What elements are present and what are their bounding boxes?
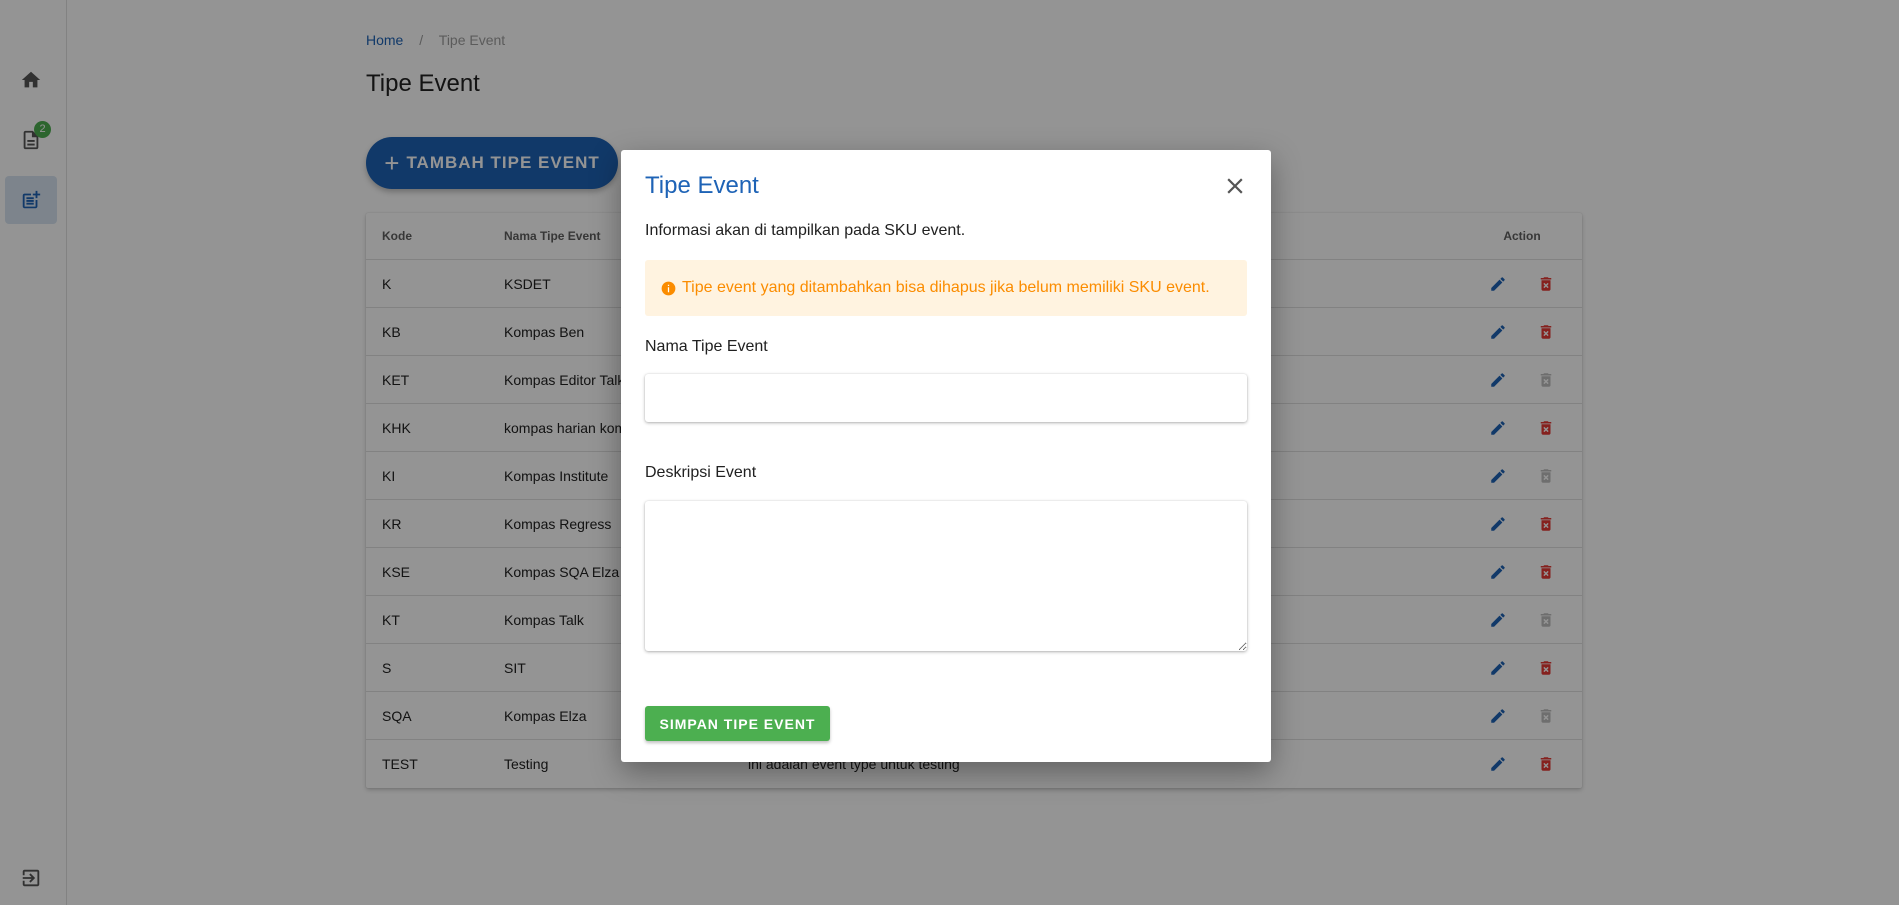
- deskripsi-event-textarea[interactable]: [645, 501, 1247, 651]
- deskripsi-event-label: Deskripsi Event: [645, 464, 757, 481]
- warning-alert: Tipe event yang ditambahkan bisa dihapus…: [645, 260, 1247, 316]
- nama-tipe-event-label: Nama Tipe Event: [645, 338, 768, 355]
- dialog-title: Tipe Event: [645, 172, 759, 199]
- dialog-info-text: Informasi akan di tampilkan pada SKU eve…: [645, 222, 966, 239]
- close-icon: [1227, 178, 1243, 194]
- event-type-dialog: Tipe Event Informasi akan di tampilkan p…: [621, 150, 1271, 762]
- nama-tipe-event-input[interactable]: [645, 374, 1247, 422]
- info-icon: [661, 281, 676, 295]
- close-button[interactable]: [1221, 172, 1249, 200]
- save-event-type-button[interactable]: SIMPAN TIPE EVENT: [645, 706, 830, 741]
- alert-text: Tipe event yang ditambahkan bisa dihapus…: [682, 279, 1210, 296]
